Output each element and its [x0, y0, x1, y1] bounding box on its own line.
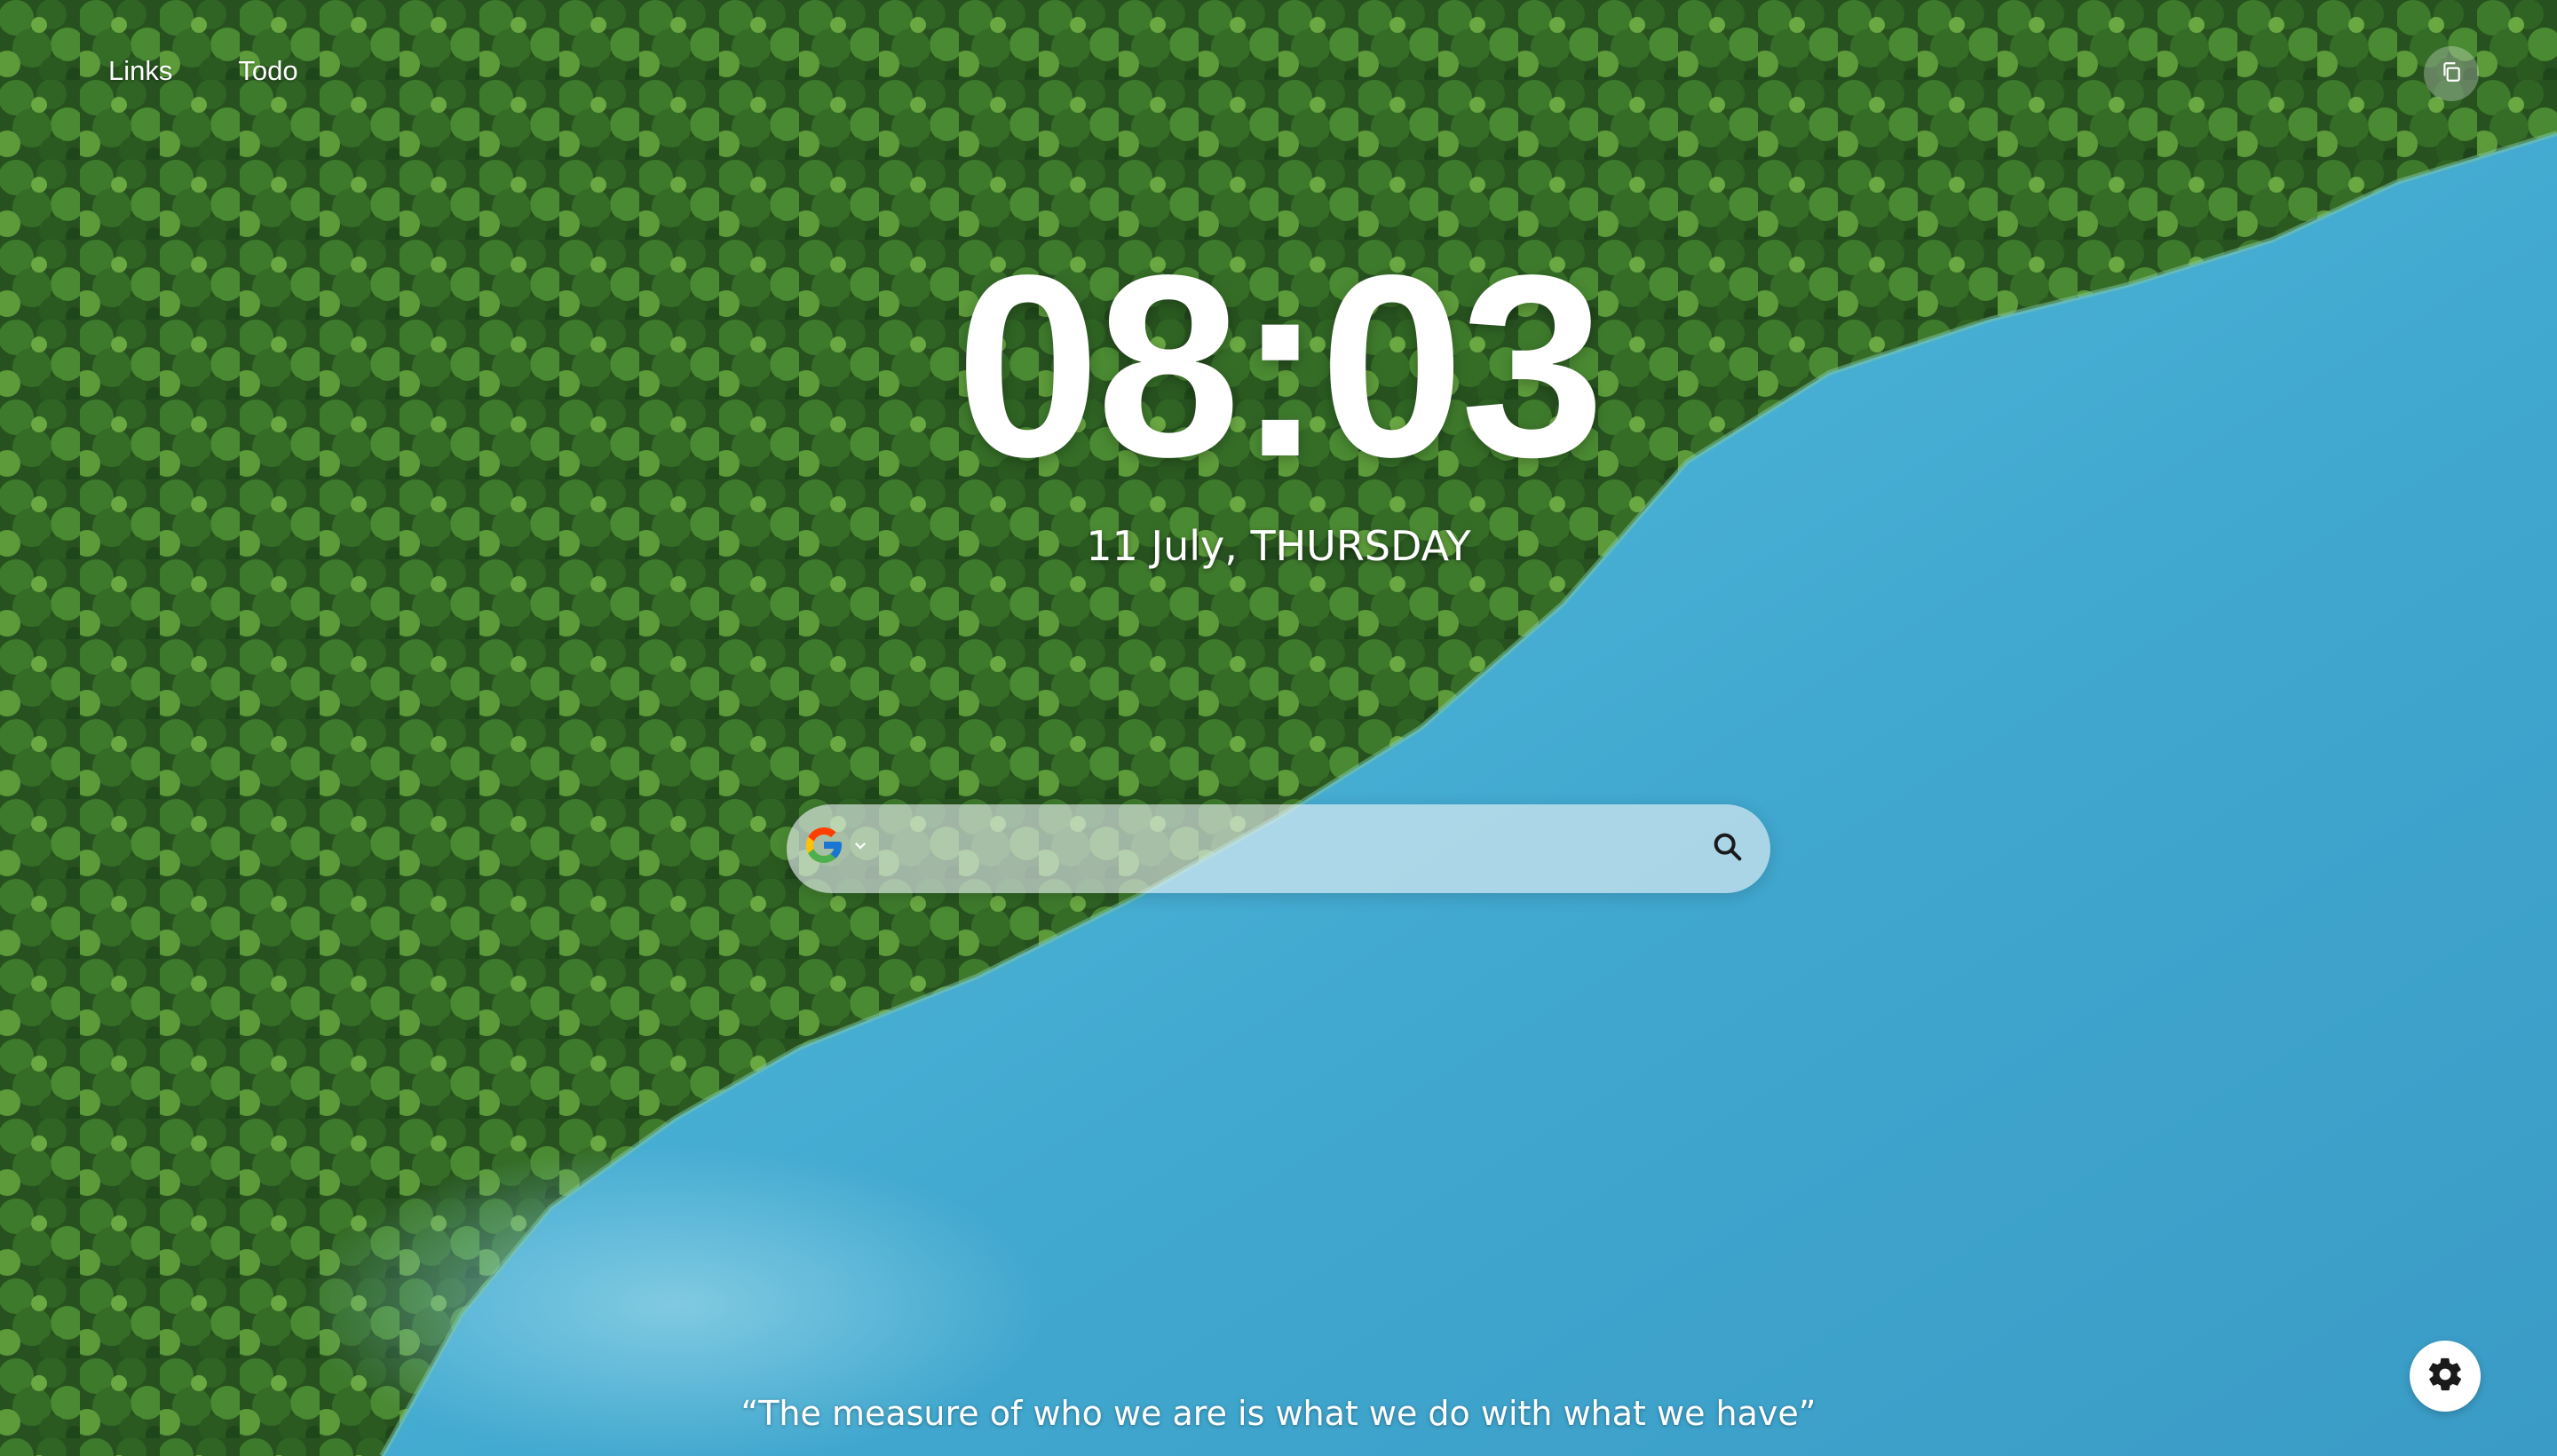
copy-icon — [2440, 60, 2463, 88]
chevron-down-icon — [852, 837, 868, 858]
clock-time: 08:03 — [955, 221, 1605, 510]
todo-nav-link[interactable]: Todo — [238, 55, 297, 87]
background-image — [0, 0, 2557, 1456]
gear-icon — [2426, 1355, 2465, 1398]
search-icon — [1710, 829, 1746, 869]
copy-button[interactable] — [2424, 46, 2479, 101]
search-bar — [787, 804, 1770, 895]
search-button[interactable] — [1705, 826, 1751, 872]
top-nav: Links Todo — [108, 55, 298, 87]
google-icon — [803, 824, 845, 871]
clock-date: 11 July, THURSDAY — [1086, 522, 1471, 570]
search-input[interactable] — [884, 804, 1643, 895]
settings-button[interactable] — [2410, 1341, 2481, 1412]
links-nav-link[interactable]: Links — [108, 55, 172, 87]
quote-text: “The measure of who we are is what we do… — [740, 1394, 1817, 1433]
search-engine-selector[interactable] — [803, 824, 868, 871]
